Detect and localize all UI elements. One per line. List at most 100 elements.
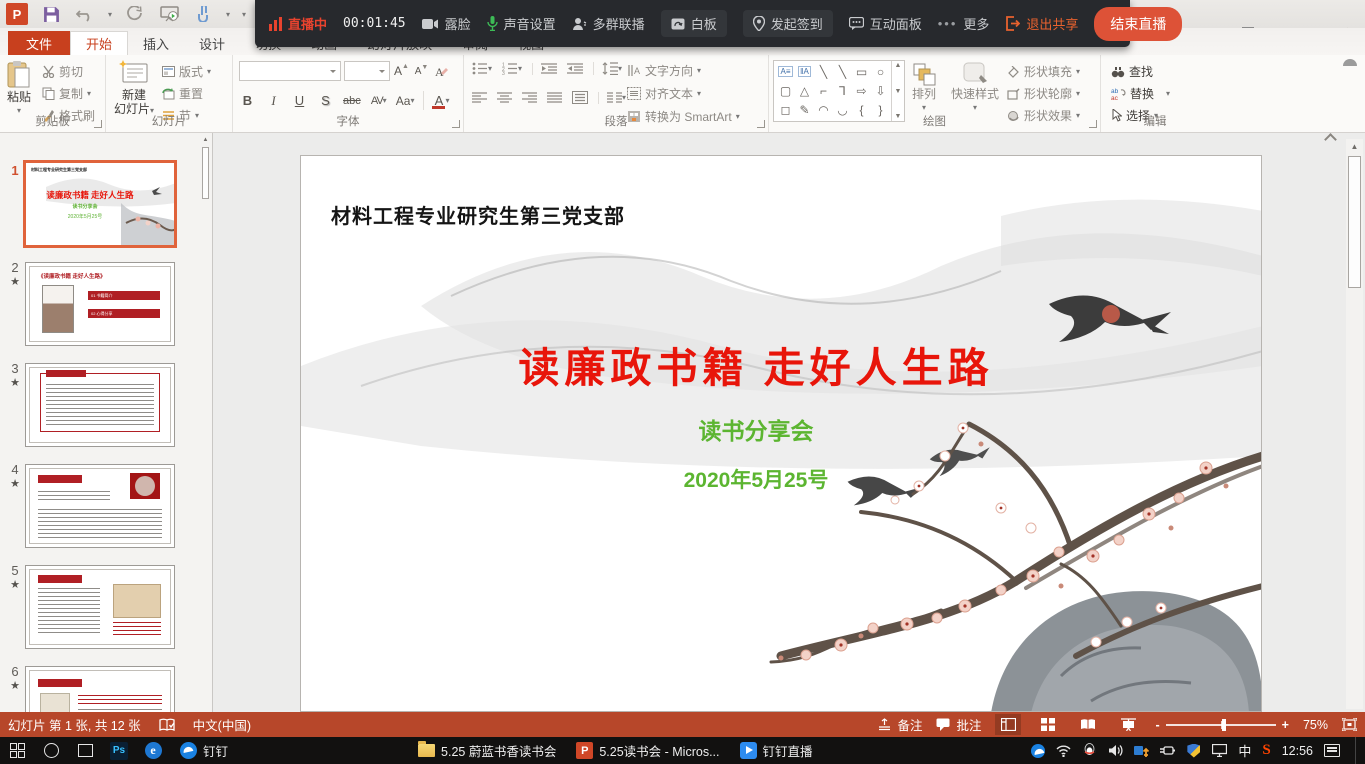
action-center-icon[interactable]	[1324, 744, 1340, 757]
slide-thumbnail-1[interactable]: 材料工程专业研究生第三党支部 读廉政书籍 走好人生路 读书分享会 2020年5月…	[23, 160, 177, 248]
qq-icon[interactable]	[1082, 743, 1097, 758]
clipboard-dialog-launcher-icon[interactable]	[94, 120, 102, 128]
account-avatar[interactable]	[1339, 46, 1361, 66]
clear-formatting-button[interactable]: A	[433, 62, 450, 81]
strikethrough-button[interactable]: abc	[343, 91, 361, 110]
drawing-dialog-launcher-icon[interactable]	[1089, 120, 1097, 128]
increase-indent-icon[interactable]	[567, 63, 583, 75]
zoom-percentage[interactable]: 75%	[1303, 718, 1328, 732]
shape-gallery-scroll[interactable]: ▲▼▼	[891, 61, 904, 121]
normal-view-button[interactable]	[995, 714, 1021, 735]
sogou-input-icon[interactable]: S	[1262, 742, 1270, 759]
find-button[interactable]: 查找	[1111, 63, 1153, 80]
powerpoint-app-icon[interactable]: P	[6, 3, 28, 25]
tab-home[interactable]: 开始	[70, 31, 128, 55]
quick-styles-button[interactable]: 快速样式▾	[951, 61, 999, 115]
replace-button[interactable]: abac 替换▾	[1111, 85, 1170, 102]
slideshow-view-button[interactable]	[1115, 714, 1141, 735]
fit-to-window-icon[interactable]	[1342, 718, 1357, 731]
dingtalk-taskbar-button[interactable]: 钉钉	[170, 737, 238, 764]
font-color-button[interactable]: A▾	[423, 91, 449, 110]
collapse-ribbon-icon[interactable]	[1323, 133, 1339, 145]
start-button[interactable]	[0, 737, 34, 764]
line-spacing-icon[interactable]: ▾	[593, 62, 622, 75]
font-dialog-launcher-icon[interactable]	[452, 120, 460, 128]
slide-thumbnail-3[interactable]	[25, 363, 175, 447]
show-face-button[interactable]: 露脸	[422, 14, 471, 33]
notes-button[interactable]: 备注	[878, 715, 922, 734]
undo-dropdown-icon[interactable]: ▾	[108, 10, 112, 19]
multicast-button[interactable]: 多群联播	[572, 14, 645, 33]
display-icon[interactable]	[1212, 743, 1227, 758]
checkin-button[interactable]: 发起签到	[743, 10, 833, 37]
slide-thumbnail-4[interactable]	[25, 464, 175, 548]
justify-icon[interactable]	[547, 92, 562, 104]
more-button[interactable]: ••• 更多	[938, 14, 990, 33]
columns-icon[interactable]: ▾	[598, 92, 626, 104]
powerpoint-window-button[interactable]: P 5.25读书会 - Micros...	[566, 737, 729, 764]
search-button[interactable]	[34, 737, 68, 764]
underline-button[interactable]: U	[291, 91, 308, 110]
shape-fill-button[interactable]: 形状填充▾	[1007, 63, 1080, 80]
align-left-icon[interactable]	[472, 92, 487, 104]
qat-customize-icon[interactable]: ▾	[242, 10, 246, 19]
touch-mode-dropdown-icon[interactable]: ▾	[226, 10, 230, 19]
font-name-combo[interactable]	[239, 61, 341, 81]
slide-thumbnail-2[interactable]: 《读廉政书籍 走好人生路》 01 书籍简介 02 心得分享	[25, 262, 175, 346]
slide-sorter-view-button[interactable]	[1035, 714, 1061, 735]
bold-button[interactable]: B	[239, 91, 256, 110]
shape-outline-button[interactable]: 形状轮廓▾	[1007, 85, 1080, 102]
task-view-button[interactable]	[68, 737, 102, 764]
photoshop-taskbar-button[interactable]: Ps	[102, 737, 136, 764]
spell-check-icon[interactable]	[159, 718, 175, 732]
audio-settings-button[interactable]: 声音设置	[487, 14, 556, 33]
ime-indicator[interactable]: 中	[1238, 741, 1251, 760]
align-text-button[interactable]: 对齐文本▾	[627, 85, 701, 102]
zoom-slider[interactable]	[1166, 724, 1276, 726]
change-case-button[interactable]: Aa▾	[396, 91, 415, 110]
slide-thumbnail-6[interactable]	[25, 666, 175, 712]
tab-insert[interactable]: 插入	[128, 31, 184, 55]
comments-button[interactable]: 批注	[936, 715, 981, 734]
arrange-button[interactable]: 排列▾	[911, 61, 937, 115]
canvas-scrollbar-thumb[interactable]	[1348, 156, 1361, 288]
folder-window-button[interactable]: 5.25 蔚蓝书香读书会	[408, 737, 566, 764]
zoom-slider-handle[interactable]	[1222, 719, 1226, 731]
volume-icon[interactable]	[1108, 743, 1123, 758]
current-slide[interactable]: 材料工程专业研究生第三党支部 读廉政书籍 走好人生路 读书分享会 2020年5月…	[300, 155, 1262, 712]
language-indicator[interactable]: 中文(中国)	[193, 715, 251, 734]
slide-thumbnail-5[interactable]	[25, 565, 175, 649]
undo-icon[interactable]	[74, 3, 96, 25]
thumbnail-scrollbar-thumb[interactable]	[202, 147, 209, 199]
redo-icon[interactable]	[124, 3, 146, 25]
start-slideshow-icon[interactable]	[158, 3, 180, 25]
thumbnail-scrollbar[interactable]: ▲	[201, 135, 210, 710]
network-sync-icon[interactable]	[1134, 743, 1149, 758]
dingtalk-live-window-button[interactable]: 钉钉直播	[730, 737, 823, 764]
distribute-icon[interactable]	[572, 91, 588, 104]
whiteboard-button[interactable]: 白板	[661, 10, 727, 37]
text-direction-button[interactable]: A 文字方向▾	[627, 62, 701, 79]
character-spacing-button[interactable]: AV▾	[370, 91, 387, 110]
font-size-combo[interactable]	[344, 61, 390, 81]
scroll-up-icon[interactable]: ▲	[1346, 139, 1363, 155]
layout-button[interactable]: 版式▾	[162, 63, 211, 80]
wifi-icon[interactable]	[1056, 743, 1071, 758]
new-slide-button[interactable]: 新建 幻灯片▾	[114, 60, 154, 118]
interaction-panel-button[interactable]: 互动面板	[849, 14, 922, 33]
decrease-indent-icon[interactable]	[532, 63, 557, 75]
paste-button[interactable]: 粘贴▾	[6, 60, 32, 118]
end-live-button[interactable]: 结束直播	[1094, 7, 1182, 41]
scroll-up-icon[interactable]: ▲	[201, 135, 210, 145]
reset-button[interactable]: 重置	[162, 85, 203, 102]
grow-font-button[interactable]: A▲	[393, 62, 410, 81]
show-desktop-button[interactable]	[1355, 737, 1361, 764]
cut-button[interactable]: 剪切	[42, 63, 83, 80]
clock[interactable]: 12:56	[1282, 744, 1313, 758]
shrink-font-button[interactable]: A▼	[413, 62, 430, 81]
exit-share-button[interactable]: 退出共享	[1005, 14, 1078, 33]
touch-mode-icon[interactable]	[192, 3, 214, 25]
zoom-out-button[interactable]: -	[1155, 718, 1159, 732]
zoom-in-button[interactable]: +	[1282, 718, 1289, 732]
tray-dingtalk-icon[interactable]	[1030, 743, 1045, 758]
